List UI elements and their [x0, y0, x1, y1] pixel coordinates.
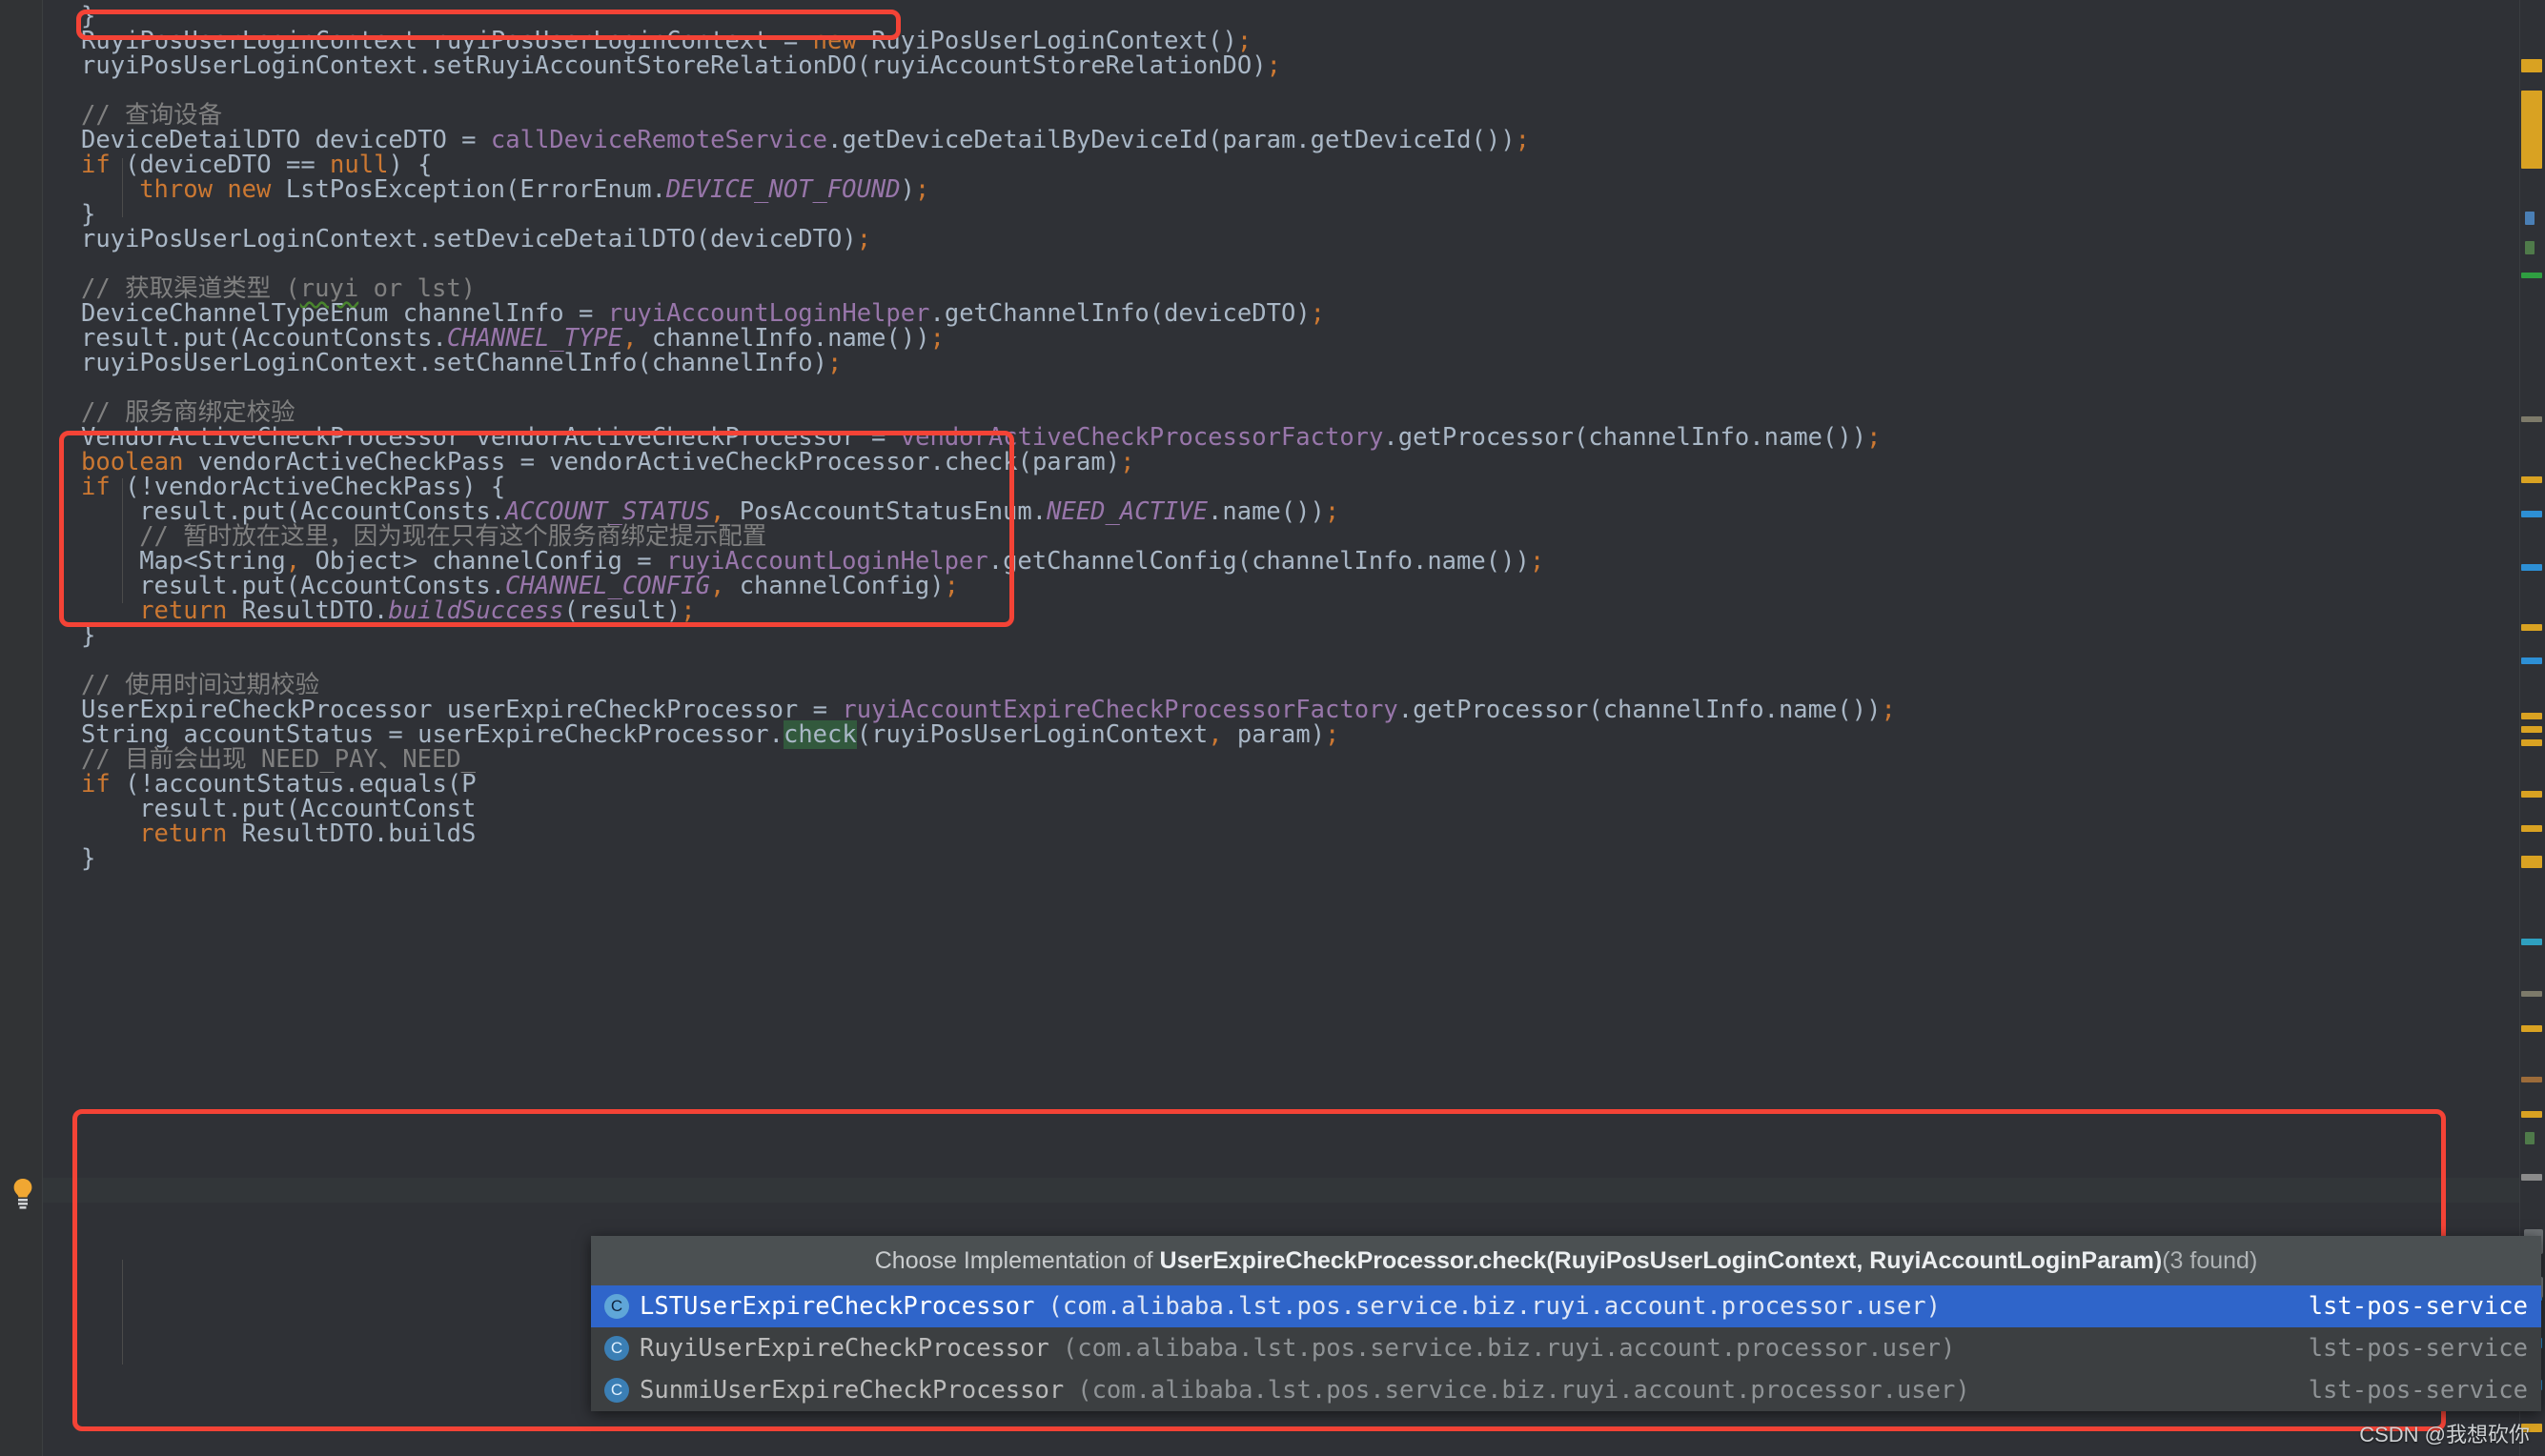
code-line: ruyiPosUserLoginContext.setChannelInfo(c…	[81, 349, 843, 377]
code-line: VendorActiveCheckProcessor vendorActiveC…	[81, 423, 1882, 452]
code-line: UserExpireCheckProcessor userExpireCheck…	[81, 696, 1896, 724]
stripe-marker[interactable]	[2521, 991, 2542, 997]
code-line: RuyiPosUserLoginContext ruyiPosUserLogin…	[81, 27, 1252, 55]
popup-title-prefix: Choose Implementation of	[874, 1247, 1160, 1274]
stripe-marker[interactable]	[2521, 713, 2542, 719]
code-line: return ResultDTO.buildSuccess(result);	[139, 597, 696, 625]
implementation-list[interactable]: C LSTUserExpireCheckProcessor (com.alibaba…	[591, 1285, 2541, 1411]
editor-gutter[interactable]	[0, 0, 43, 1456]
code-line: }	[81, 621, 96, 650]
stripe-marker[interactable]	[2521, 726, 2542, 733]
popup-title: Choose Implementation of UserExpireCheck…	[591, 1236, 2541, 1285]
code-line: // 服务商绑定校验	[81, 398, 295, 427]
implementation-class-name: LSTUserExpireCheckProcessor	[640, 1292, 1035, 1321]
implementation-module: lst-pos-service	[2308, 1334, 2528, 1363]
class-icon: C	[604, 1336, 629, 1361]
lightbulb-icon[interactable]	[10, 1178, 36, 1210]
code-line: ruyiPosUserLoginContext.setRuyiAccountSt…	[81, 51, 1281, 80]
stripe-marker[interactable]	[2521, 1174, 2542, 1181]
code-line: if (deviceDTO == null) {	[81, 151, 433, 179]
code-line: if (!vendorActiveCheckPass) {	[81, 473, 506, 501]
stripe-marker[interactable]	[2521, 511, 2542, 517]
stripe-marker[interactable]	[2521, 624, 2542, 631]
class-icon: C	[604, 1378, 629, 1403]
code-line: // 查询设备	[81, 101, 223, 130]
stripe-marker[interactable]	[2521, 825, 2542, 832]
stripe-marker[interactable]	[2521, 1077, 2542, 1082]
implementation-package: (com.alibaba.lst.pos.service.biz.ruyi.ac…	[1077, 1376, 1970, 1405]
implementation-module: lst-pos-service	[2308, 1376, 2528, 1405]
code-line: // 获取渠道类型 (ruyi or lst)	[81, 274, 477, 303]
stripe-marker[interactable]	[2521, 91, 2542, 169]
implementation-package: (com.alibaba.lst.pos.service.biz.ruyi.ac…	[1062, 1334, 1956, 1363]
code-line: return ResultDTO.buildS	[139, 819, 477, 848]
implementation-list-item[interactable]: C RuyiUserExpireCheckProcessor (com.alibab…	[591, 1327, 2541, 1369]
stripe-marker[interactable]	[2521, 657, 2542, 664]
code-line: // 使用时间过期校验	[81, 671, 320, 699]
class-icon: C	[604, 1294, 629, 1319]
stripe-marker[interactable]	[2521, 1111, 2542, 1118]
code-line: ruyiPosUserLoginContext.setDeviceDetailD…	[81, 225, 872, 253]
code-line: Map<String, Object> channelConfig = ruyi…	[139, 547, 1545, 576]
stripe-marker[interactable]	[2525, 241, 2535, 254]
stripe-marker[interactable]	[2521, 791, 2542, 798]
code-line: }	[81, 844, 96, 873]
implementation-list-item[interactable]: C LSTUserExpireCheckProcessor (com.alibaba…	[591, 1285, 2541, 1327]
stripe-marker[interactable]	[2521, 939, 2542, 945]
code-line: DeviceChannelTypeEnum channelInfo = ruyi…	[81, 299, 1326, 328]
stripe-marker[interactable]	[2525, 212, 2535, 225]
code-line: result.put(AccountConsts.CHANNEL_TYPE, c…	[81, 324, 945, 353]
code-line: DeviceDetailDTO deviceDTO = callDeviceRe…	[81, 126, 1530, 154]
stripe-marker[interactable]	[2525, 1132, 2535, 1144]
implementation-class-name: SunmiUserExpireCheckProcessor	[640, 1376, 1065, 1405]
code-line: result.put(AccountConst	[139, 795, 477, 823]
code-line: result.put(AccountConsts.CHANNEL_CONFIG,…	[139, 572, 960, 600]
watermark: CSDN @我想砍你	[2359, 1423, 2530, 1446]
implementation-module: lst-pos-service	[2308, 1292, 2528, 1321]
stripe-marker[interactable]	[2521, 59, 2542, 72]
stripe-marker[interactable]	[2521, 564, 2542, 571]
code-line: // 暂时放在这里，因为现在只有这个服务商绑定提示配置	[139, 522, 767, 551]
implementation-package: (com.alibaba.lst.pos.service.biz.ruyi.ac…	[1048, 1292, 1942, 1321]
popup-title-count: (3 found)	[2162, 1247, 2258, 1274]
code-line: if (!accountStatus.equals(P	[81, 770, 477, 799]
code-line: }	[81, 2, 96, 30]
stripe-marker[interactable]	[2521, 739, 2542, 746]
stripe-marker[interactable]	[2521, 856, 2542, 868]
stripe-marker[interactable]	[2521, 416, 2542, 422]
choose-implementation-popup[interactable]: Choose Implementation of UserExpireCheck…	[591, 1236, 2541, 1411]
code-line: boolean vendorActiveCheckPass = vendorAc…	[81, 448, 1135, 476]
code-line: }	[81, 200, 96, 229]
code-line: String accountStatus = userExpireCheckPr…	[81, 720, 1340, 749]
stripe-marker[interactable]	[2521, 476, 2542, 483]
code-line: // 目前会出现 NEED_PAY、NEED_	[81, 745, 477, 774]
popup-title-signature: UserExpireCheckProcessor.check(RuyiPosUs…	[1159, 1247, 2163, 1274]
code-line: result.put(AccountConsts.ACCOUNT_STATUS,…	[139, 497, 1340, 526]
implementation-class-name: RuyiUserExpireCheckProcessor	[640, 1334, 1049, 1363]
stripe-marker[interactable]	[2521, 273, 2542, 278]
implementation-list-item[interactable]: C SunmiUserExpireCheckProcessor (com.aliba…	[591, 1369, 2541, 1411]
stripe-marker[interactable]	[2521, 1025, 2542, 1032]
code-line: throw new LstPosException(ErrorEnum.DEVI…	[139, 175, 930, 204]
